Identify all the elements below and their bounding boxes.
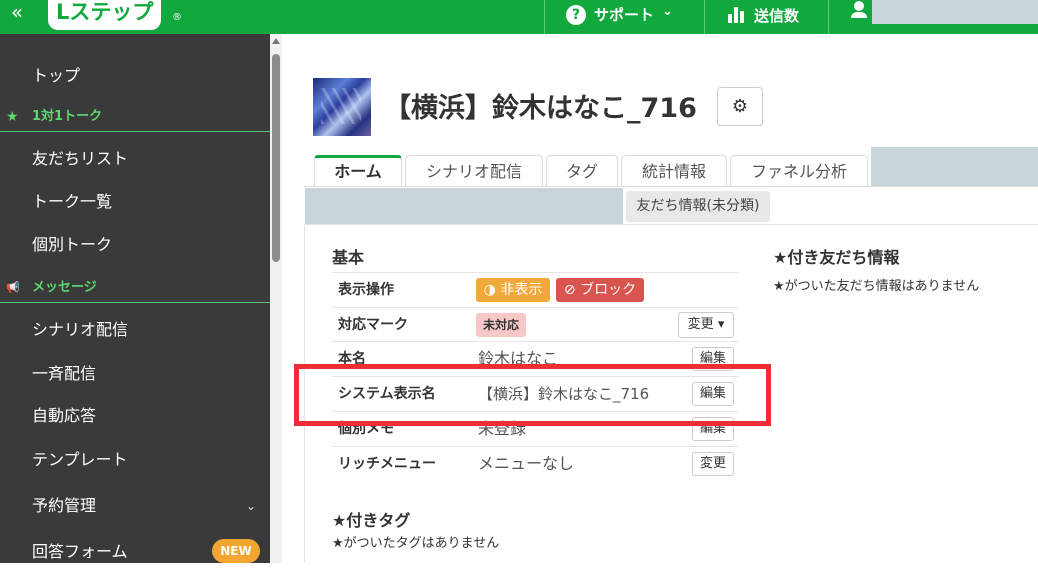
send-count-label: 送信数 bbox=[754, 6, 800, 25]
tab-scenario[interactable]: シナリオ配信 bbox=[405, 155, 543, 186]
sidebar-item-label: シナリオ配信 bbox=[32, 320, 129, 339]
row-rich-menu: リッチメニュー メニューなし 変更 bbox=[332, 446, 738, 480]
user-icon[interactable] bbox=[850, 0, 868, 30]
sidebar-item-individual-talk[interactable]: 個別トーク bbox=[0, 225, 270, 265]
tab-home[interactable]: ホーム bbox=[314, 155, 402, 186]
redacted-subtabs bbox=[305, 188, 623, 224]
app-logo[interactable]: Lステップ bbox=[48, 0, 162, 30]
collapse-sidebar-icon[interactable]: « bbox=[6, 0, 28, 30]
change-label: 変更 bbox=[687, 317, 714, 332]
sidebar-item-label: テンプレート bbox=[32, 450, 128, 469]
new-badge: NEW bbox=[212, 539, 260, 563]
rich-menu-value: メニューなし bbox=[478, 454, 575, 473]
block-button[interactable]: ⊘ ブロック bbox=[556, 278, 644, 302]
send-count-button[interactable]: 送信数 bbox=[728, 0, 799, 30]
change-mark-button[interactable]: 変更 ▾ bbox=[678, 312, 734, 338]
star-icon: ★ bbox=[6, 109, 19, 125]
sidebar-item-label: 自動応答 bbox=[32, 406, 97, 425]
tab-funnel[interactable]: ファネル分析 bbox=[730, 155, 868, 186]
starred-tags-empty: ★がついたタグはありません bbox=[332, 536, 500, 551]
sidebar-item-friend-list[interactable]: 友だちリスト bbox=[0, 139, 270, 179]
starred-info-empty: ★がついた友だち情報はありません bbox=[773, 279, 980, 294]
subtab-friend-info[interactable]: 友だち情報(未分類) bbox=[626, 191, 770, 222]
starred-info-title: ★付き友だち情報 bbox=[773, 248, 900, 267]
tab-stats[interactable]: 統計情報 bbox=[621, 155, 727, 186]
sidebar-scrollbar[interactable] bbox=[270, 34, 282, 563]
redacted-tabs bbox=[871, 147, 1038, 187]
hide-button[interactable]: ◑ 非表示 bbox=[476, 278, 550, 302]
sidebar-item-top[interactable]: トップ bbox=[0, 56, 270, 96]
megaphone-icon: 📢 bbox=[6, 281, 20, 294]
block-icon: ⊘ bbox=[563, 282, 576, 298]
gear-icon: ⚙ bbox=[731, 96, 749, 117]
sidebar-item-label: 一斉配信 bbox=[32, 364, 97, 383]
tab-tag[interactable]: タグ bbox=[546, 155, 618, 186]
highlight-frame bbox=[294, 364, 771, 426]
tab-divider bbox=[304, 186, 1038, 187]
sidebar-item-label: 回答フォーム bbox=[32, 542, 128, 561]
change-rich-menu-button[interactable]: 変更 bbox=[692, 452, 734, 476]
logo-registered-mark: ® bbox=[172, 12, 182, 23]
top-bar: « Lステップ ® ? サポート ⌄ 送信数 bbox=[0, 0, 1038, 34]
support-menu-button[interactable]: ? サポート ⌄ bbox=[566, 0, 673, 30]
content-border bbox=[304, 224, 1038, 225]
sidebar-section-label: メッセージ bbox=[32, 280, 97, 295]
scroll-thumb[interactable] bbox=[272, 54, 280, 262]
sidebar-item-reservation[interactable]: 予約管理 ⌄ bbox=[0, 486, 270, 526]
nav-divider bbox=[828, 0, 829, 34]
chevron-down-icon: ⌄ bbox=[662, 4, 673, 19]
sidebar-item-label: 個別トーク bbox=[32, 235, 113, 254]
page-title: 【横浜】鈴木はなこ_716 bbox=[384, 93, 697, 124]
starred-tags-title: ★付きタグ bbox=[332, 511, 411, 530]
status-badge: 未対応 bbox=[476, 313, 526, 337]
basic-section-title: 基本 bbox=[332, 248, 365, 267]
sidebar-item-auto-reply[interactable]: 自動応答 bbox=[0, 396, 270, 436]
scroll-up-arrow-icon[interactable] bbox=[272, 38, 280, 44]
question-icon: ? bbox=[566, 5, 586, 25]
row-label: 対応マーク bbox=[338, 317, 408, 333]
sidebar-section-label: 1対1トーク bbox=[32, 109, 103, 124]
sidebar-item-label: 友だちリスト bbox=[32, 149, 129, 168]
block-label: ブロック bbox=[580, 282, 637, 298]
settings-button[interactable]: ⚙ bbox=[717, 87, 763, 126]
caret-down-icon: ▾ bbox=[717, 317, 725, 332]
bar-chart-icon bbox=[728, 7, 744, 23]
chevron-down-icon: ⌄ bbox=[245, 499, 256, 513]
nav-divider bbox=[704, 0, 705, 34]
sidebar: トップ ★ 1対1トーク 友だちリスト トーク一覧 個別トーク 📢 メッセージ … bbox=[0, 34, 270, 563]
eye-off-icon: ◑ bbox=[483, 282, 496, 298]
row-label: リッチメニュー bbox=[338, 456, 436, 472]
row-label: 表示操作 bbox=[338, 282, 394, 298]
sidebar-item-label: トーク一覧 bbox=[32, 192, 113, 211]
nav-divider bbox=[544, 0, 545, 34]
sidebar-section-talk: ★ 1対1トーク bbox=[0, 102, 270, 132]
sidebar-item-label: トップ bbox=[32, 66, 81, 85]
sidebar-item-scenario[interactable]: シナリオ配信 bbox=[0, 310, 270, 350]
sidebar-item-template[interactable]: テンプレート bbox=[0, 440, 270, 480]
user-name-redacted bbox=[872, 0, 1038, 24]
friend-avatar bbox=[313, 78, 371, 136]
sidebar-item-broadcast[interactable]: 一斉配信 bbox=[0, 354, 270, 394]
sidebar-section-message: 📢 メッセージ bbox=[0, 273, 270, 303]
sidebar-item-talk-list[interactable]: トーク一覧 bbox=[0, 182, 270, 222]
hide-label: 非表示 bbox=[500, 282, 543, 298]
support-label: サポート bbox=[594, 6, 655, 24]
sidebar-item-label: 予約管理 bbox=[32, 496, 97, 515]
sidebar-item-answer-form[interactable]: 回答フォーム NEW bbox=[0, 532, 270, 572]
